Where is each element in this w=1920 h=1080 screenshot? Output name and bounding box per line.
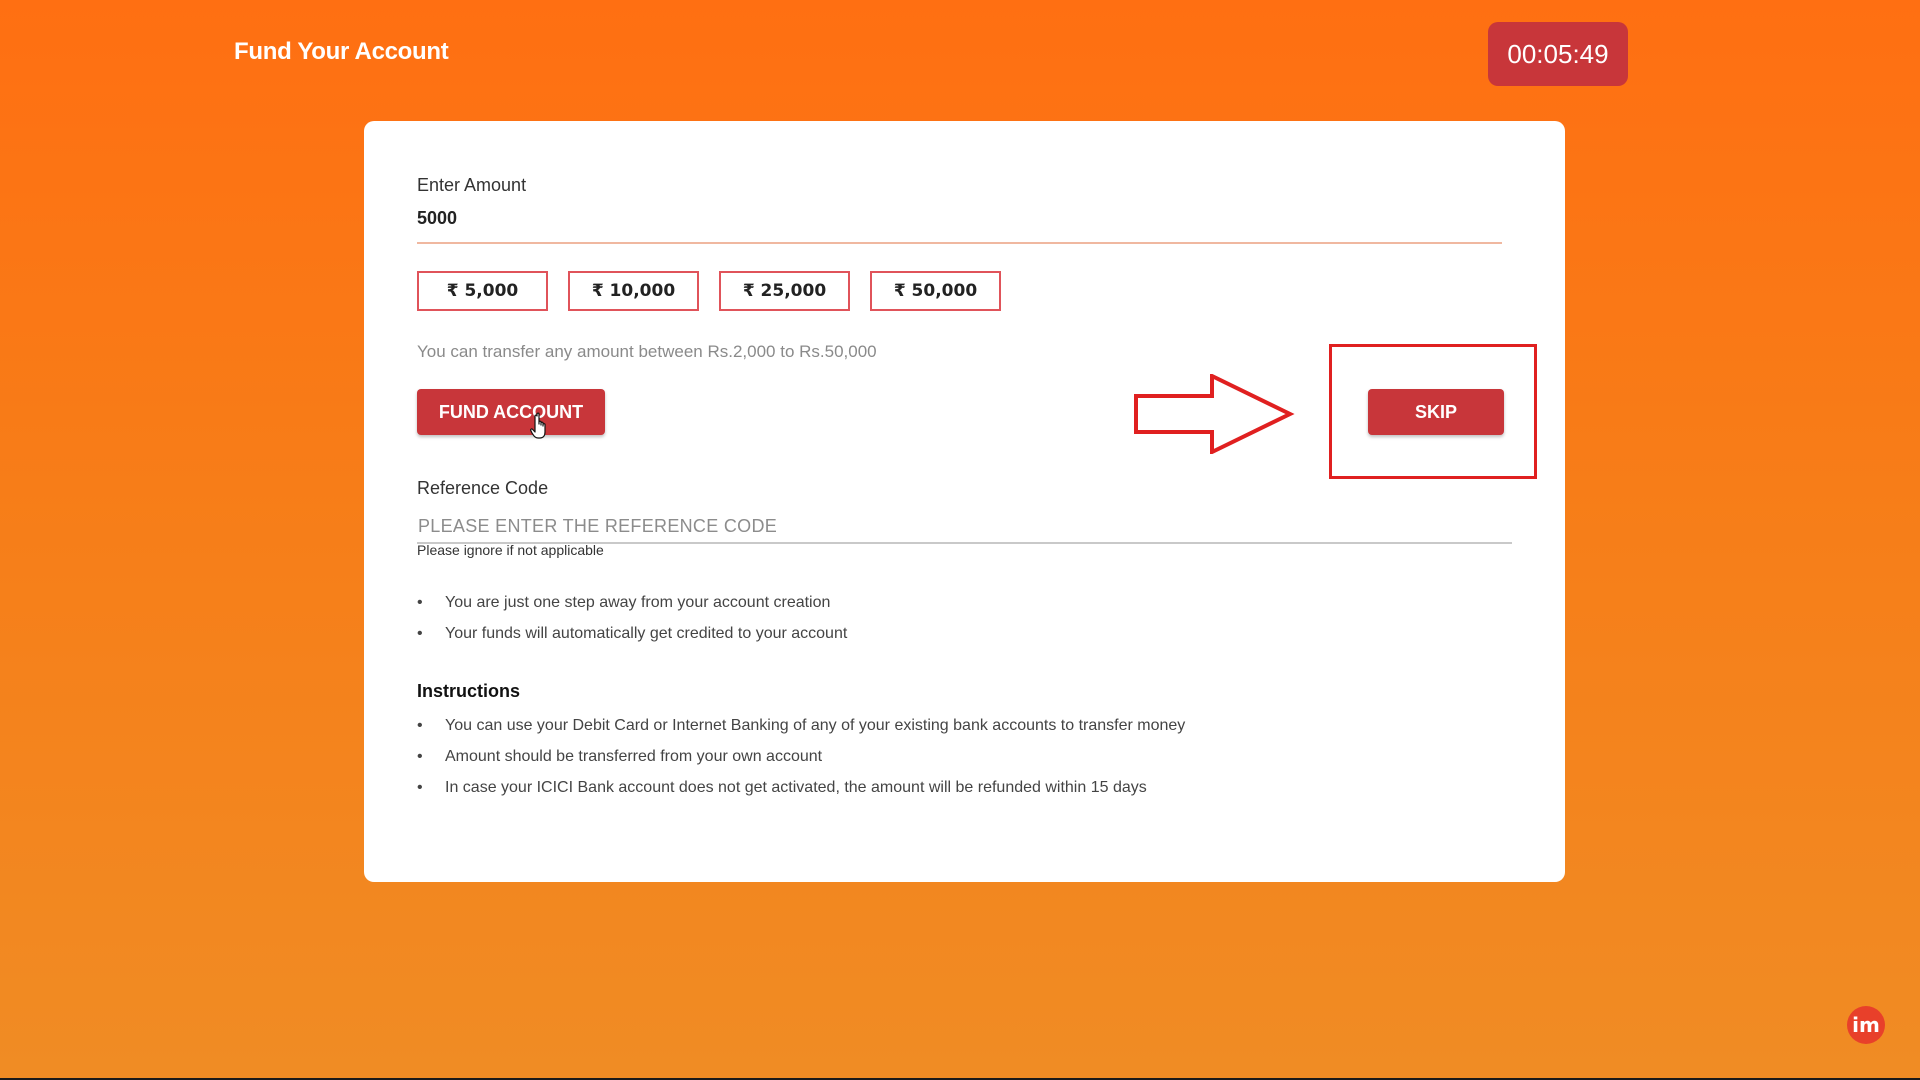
quick-amount-10000-button[interactable]: ₹ 10,000 xyxy=(568,271,699,311)
amount-underline xyxy=(417,242,1502,244)
quick-amount-5000-button[interactable]: ₹ 5,000 xyxy=(417,271,548,311)
instructions-heading: Instructions xyxy=(417,681,521,701)
reference-code-input[interactable] xyxy=(417,510,1512,544)
skip-button[interactable]: SKIP xyxy=(1368,389,1504,435)
list-item: In case your ICICI Bank account does not… xyxy=(417,778,1497,809)
im-logo: im xyxy=(1847,1006,1885,1044)
right-arrow-outline-icon xyxy=(1134,374,1295,454)
hand-pointer-icon xyxy=(530,412,546,439)
quick-amount-50000-button[interactable]: ₹ 50,000 xyxy=(870,271,1001,311)
amount-input[interactable]: 5000 xyxy=(417,208,457,229)
quick-amount-25000-button[interactable]: ₹ 25,000 xyxy=(719,271,850,311)
list-item: Amount should be transferred from your o… xyxy=(417,747,1497,778)
reference-code-hint: Please ignore if not applicable xyxy=(417,542,604,558)
list-item: You are just one step away from your acc… xyxy=(417,593,1497,624)
notes-list: You are just one step away from your acc… xyxy=(417,593,1497,655)
amount-label: Enter Amount xyxy=(417,175,527,195)
list-item: Your funds will automatically get credit… xyxy=(417,624,1497,655)
fund-account-button[interactable]: FUND ACCOUNT xyxy=(417,389,605,435)
instructions-list: You can use your Debit Card or Internet … xyxy=(417,716,1497,809)
fund-account-card: Enter Amount 5000 ₹ 5,000 ₹ 10,000 ₹ 25,… xyxy=(364,121,1565,882)
amount-range-note: You can transfer any amount between Rs.2… xyxy=(417,342,877,361)
reference-code-label: Reference Code xyxy=(417,478,549,498)
countdown-timer: 00:05:49 xyxy=(1488,22,1628,86)
list-item: You can use your Debit Card or Internet … xyxy=(417,716,1497,747)
page-title: Fund Your Account xyxy=(234,38,449,65)
